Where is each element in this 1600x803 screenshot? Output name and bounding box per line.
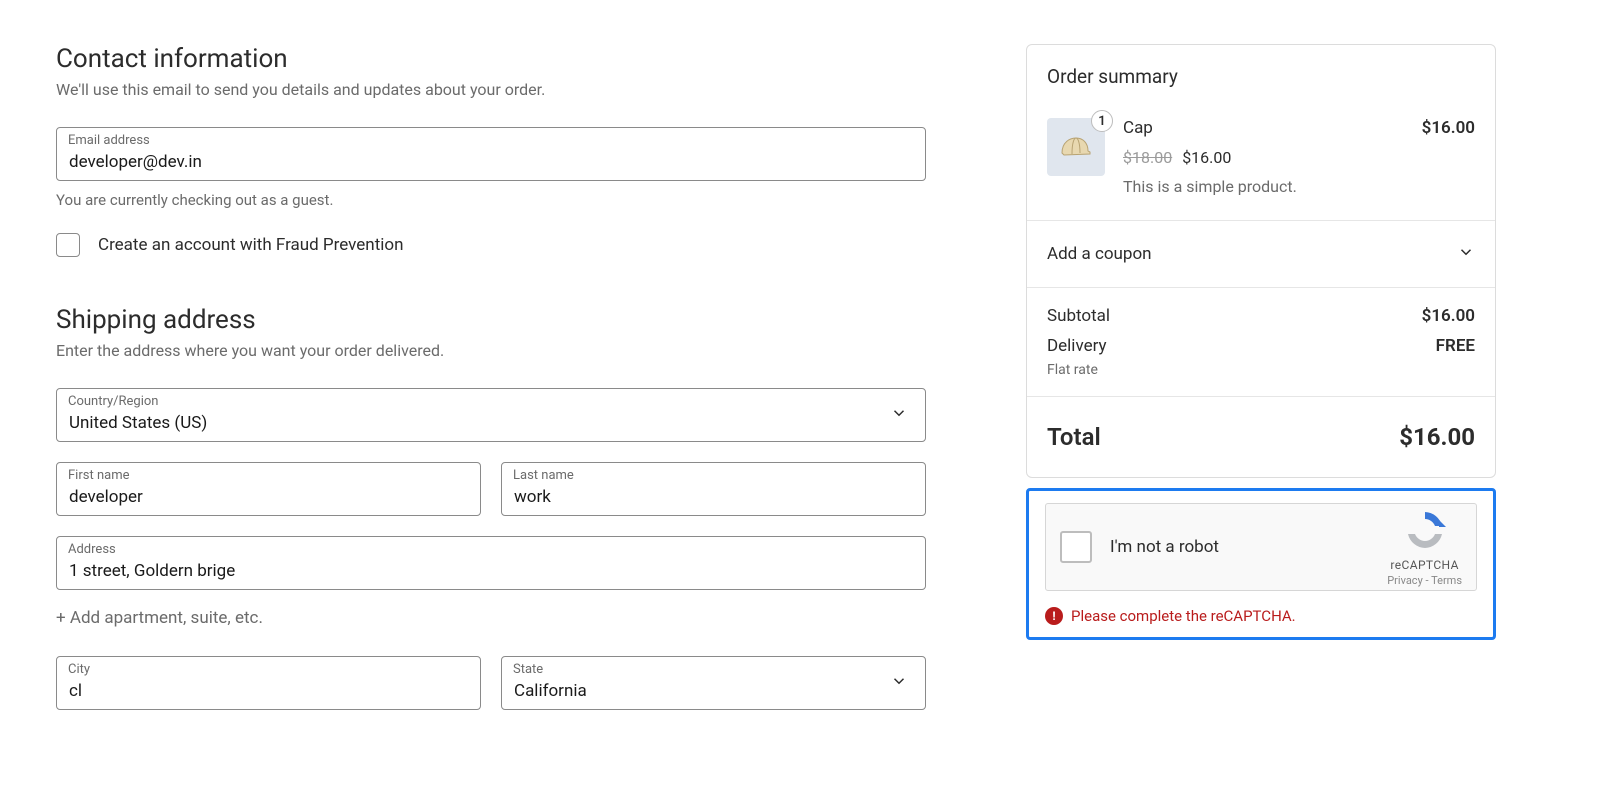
guest-notice: You are currently checking out as a gues… — [56, 191, 926, 209]
city-input[interactable] — [56, 656, 481, 710]
contact-title: Contact information — [56, 44, 926, 74]
last-name-input[interactable] — [501, 462, 926, 516]
recaptcha-checkbox[interactable] — [1060, 531, 1092, 563]
country-select[interactable]: United States (US) — [56, 388, 926, 442]
email-input[interactable] — [56, 127, 926, 181]
contact-desc: We'll use this email to send you details… — [56, 80, 926, 99]
first-name-input[interactable] — [56, 462, 481, 516]
summary-title: Order summary — [1027, 45, 1495, 108]
delivery-label: Delivery — [1047, 336, 1107, 356]
delivery-value: FREE — [1436, 336, 1475, 356]
recaptcha-label: I'm not a robot — [1110, 537, 1219, 557]
shipping-title: Shipping address — [56, 305, 926, 335]
delivery-method: Flat rate — [1047, 362, 1475, 378]
state-field-wrap: State California — [501, 656, 926, 710]
cap-icon — [1056, 127, 1096, 167]
recaptcha-links: Privacy - Terms — [1387, 574, 1462, 587]
coupon-label: Add a coupon — [1047, 244, 1152, 264]
country-field-wrap: Country/Region United States (US) — [56, 388, 926, 442]
chevron-down-icon — [1457, 243, 1475, 265]
subtotal-label: Subtotal — [1047, 306, 1110, 326]
subtotal-value: $16.00 — [1422, 306, 1475, 326]
address-field-wrap: Address — [56, 536, 926, 590]
recaptcha-error-text: Please complete the reCAPTCHA. — [1071, 607, 1296, 625]
error-icon: ! — [1045, 607, 1063, 625]
total-value: $16.00 — [1399, 423, 1475, 451]
order-summary: Order summary 1 Cap $16.00 — [1026, 44, 1496, 478]
recaptcha-terms-link[interactable]: Terms — [1431, 574, 1462, 587]
recaptcha-privacy-link[interactable]: Privacy — [1387, 574, 1423, 587]
item-description: This is a simple product. — [1123, 177, 1475, 196]
address-input[interactable] — [56, 536, 926, 590]
city-field-wrap: City — [56, 656, 481, 710]
recaptcha-error: ! Please complete the reCAPTCHA. — [1045, 607, 1477, 625]
shipping-desc: Enter the address where you want your or… — [56, 341, 926, 360]
add-apartment-link[interactable]: + Add apartment, suite, etc. — [56, 608, 926, 628]
item-old-price: $18.00 — [1123, 148, 1172, 167]
recaptcha-widget: I'm not a robot reCAPTCHA Privacy - Term… — [1045, 503, 1477, 591]
email-field-wrap: Email address — [56, 127, 926, 181]
first-name-field-wrap: First name — [56, 462, 481, 516]
recaptcha-icon — [1403, 508, 1447, 552]
total-label: Total — [1047, 423, 1101, 451]
item-new-price: $16.00 — [1182, 148, 1231, 167]
last-name-field-wrap: Last name — [501, 462, 926, 516]
recaptcha-brand: reCAPTCHA — [1387, 558, 1462, 572]
item-name: Cap — [1123, 118, 1153, 138]
summary-item-row: 1 Cap $16.00 $18.00 $16.00 This is a sim… — [1027, 108, 1495, 220]
state-select[interactable]: California — [501, 656, 926, 710]
create-account-checkbox[interactable] — [56, 233, 80, 257]
item-line-price: $16.00 — [1422, 118, 1475, 138]
add-coupon-toggle[interactable]: Add a coupon — [1027, 220, 1495, 288]
create-account-label: Create an account with Fraud Prevention — [98, 235, 403, 255]
item-qty-badge: 1 — [1091, 110, 1113, 132]
recaptcha-highlight: I'm not a robot reCAPTCHA Privacy - Term… — [1026, 488, 1496, 640]
